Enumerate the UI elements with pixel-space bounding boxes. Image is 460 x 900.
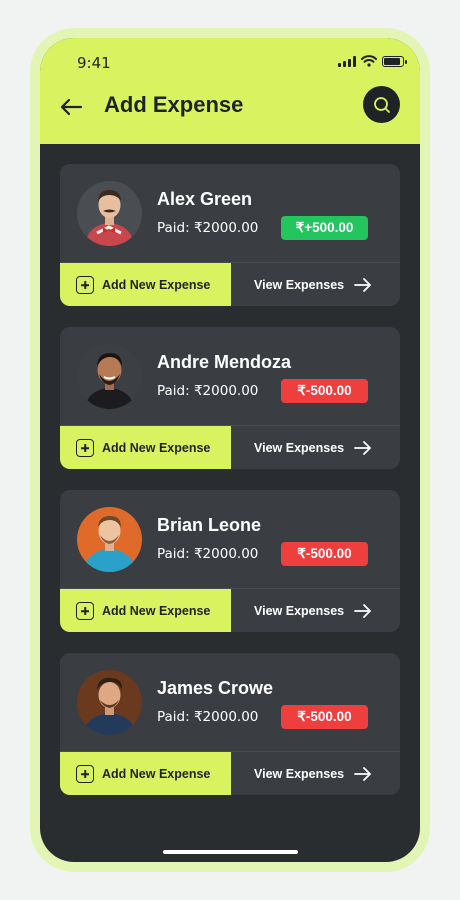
avatar xyxy=(77,507,142,572)
page-title: Add Expense xyxy=(104,92,244,117)
plus-square-icon xyxy=(76,602,94,620)
add-expense-button[interactable]: Add New Expense xyxy=(60,752,231,795)
plus-square-icon xyxy=(76,765,94,783)
plus-square-icon xyxy=(76,439,94,457)
balance-badge: ₹-500.00 xyxy=(281,542,368,566)
view-expenses-label: View Expenses xyxy=(254,603,345,618)
arrow-right-icon xyxy=(354,277,372,292)
add-expense-button[interactable]: Add New Expense xyxy=(60,263,231,306)
paid-amount: Paid: ₹2000.00 xyxy=(157,383,259,399)
view-expenses-label: View Expenses xyxy=(254,766,345,781)
add-expense-label: Add New Expense xyxy=(102,604,211,618)
status-time: 9:41 xyxy=(77,54,111,72)
add-expense-label: Add New Expense xyxy=(102,441,211,455)
avatar xyxy=(77,344,142,409)
member-list: Alex Green Paid: ₹2000.00 ₹+500.00 Add N… xyxy=(60,164,400,816)
paid-amount: Paid: ₹2000.00 xyxy=(157,546,259,562)
search-icon xyxy=(373,96,390,113)
arrow-left-icon xyxy=(60,98,83,116)
add-expense-button[interactable]: Add New Expense xyxy=(60,426,231,469)
avatar xyxy=(77,670,142,735)
back-button[interactable] xyxy=(58,94,84,120)
member-name: Andre Mendoza xyxy=(157,352,292,372)
status-icons xyxy=(338,55,407,67)
view-expenses-label: View Expenses xyxy=(254,440,345,455)
balance-badge: ₹+500.00 xyxy=(281,216,368,240)
view-expenses-button[interactable]: View Expenses xyxy=(231,426,400,469)
arrow-right-icon xyxy=(354,766,372,781)
home-indicator[interactable] xyxy=(163,850,298,854)
view-expenses-button[interactable]: View Expenses xyxy=(231,589,400,632)
search-button[interactable] xyxy=(363,86,400,123)
add-expense-label: Add New Expense xyxy=(102,278,211,292)
wifi-icon xyxy=(361,55,377,67)
balance-badge: ₹-500.00 xyxy=(281,705,368,729)
balance-badge: ₹-500.00 xyxy=(281,379,368,403)
member-card: Alex Green Paid: ₹2000.00 ₹+500.00 Add N… xyxy=(60,164,400,306)
paid-amount: Paid: ₹2000.00 xyxy=(157,220,259,236)
paid-amount: Paid: ₹2000.00 xyxy=(157,709,259,725)
member-card: Andre Mendoza Paid: ₹2000.00 ₹-500.00 Ad… xyxy=(60,327,400,469)
signal-icon xyxy=(338,55,356,67)
view-expenses-button[interactable]: View Expenses xyxy=(231,752,400,795)
phone-screen: 9:41 Add Expense Alex Green Paid: ₹2000.… xyxy=(40,38,420,862)
member-card: Brian Leone Paid: ₹2000.00 ₹-500.00 Add … xyxy=(60,490,400,632)
add-expense-label: Add New Expense xyxy=(102,767,211,781)
view-expenses-label: View Expenses xyxy=(254,277,345,292)
plus-square-icon xyxy=(76,276,94,294)
arrow-right-icon xyxy=(354,440,372,455)
member-card: James Crowe Paid: ₹2000.00 ₹-500.00 Add … xyxy=(60,653,400,795)
view-expenses-button[interactable]: View Expenses xyxy=(231,263,400,306)
battery-icon xyxy=(382,55,407,67)
add-expense-button[interactable]: Add New Expense xyxy=(60,589,231,632)
member-name: Alex Green xyxy=(157,189,253,209)
app-header: 9:41 Add Expense xyxy=(40,38,420,144)
member-name: James Crowe xyxy=(157,678,274,698)
arrow-right-icon xyxy=(354,603,372,618)
member-name: Brian Leone xyxy=(157,515,262,535)
avatar xyxy=(77,181,142,246)
